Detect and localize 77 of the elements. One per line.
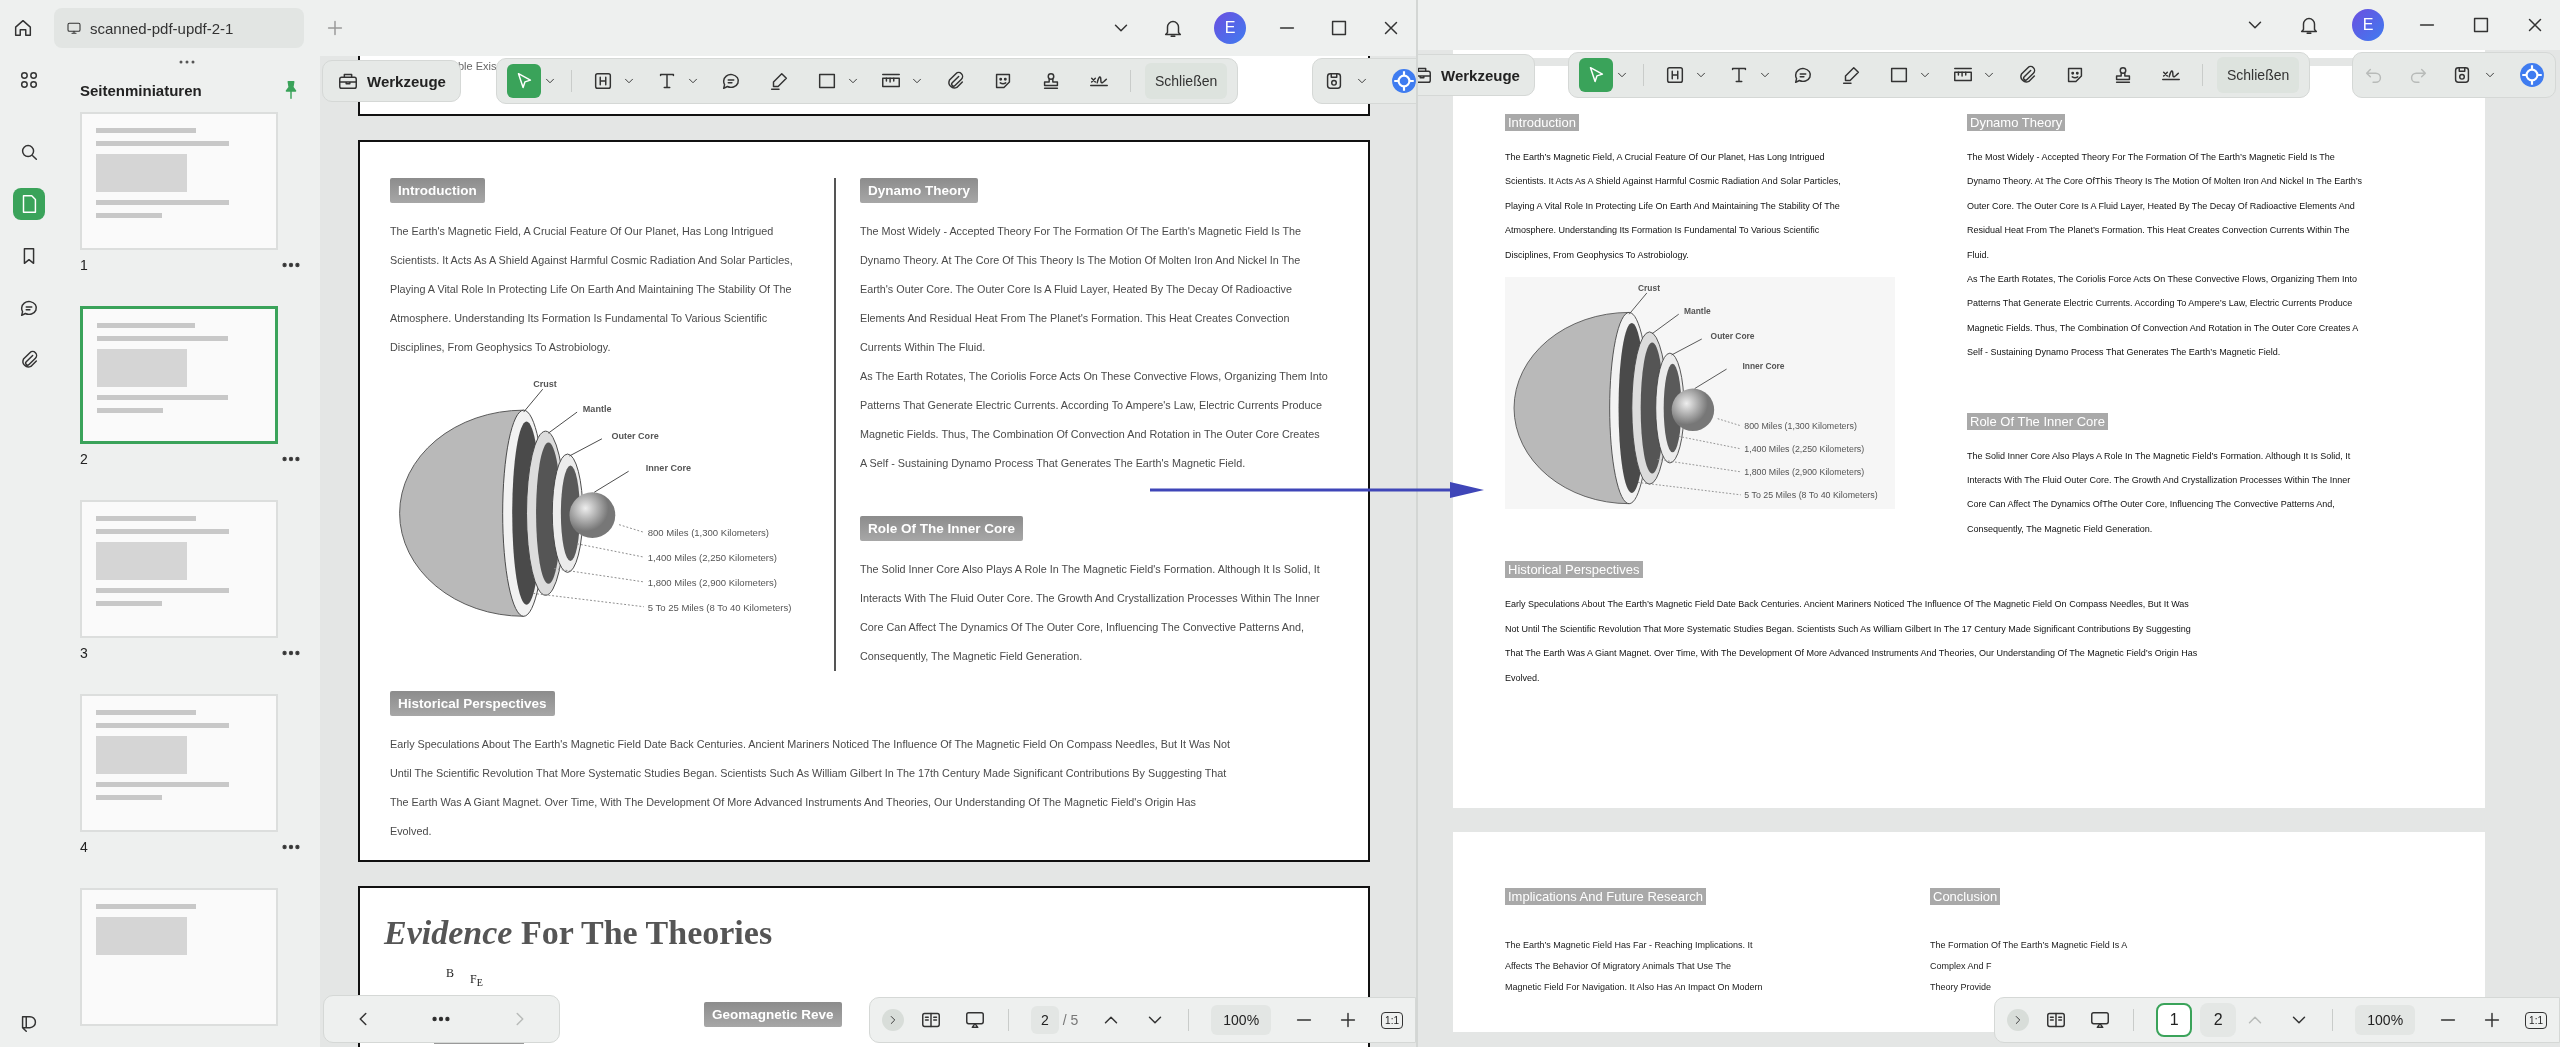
figure-label: F$_{E}$: [470, 972, 483, 989]
figure-label: B: [446, 966, 454, 981]
paragraph: The Solid Inner Core Also Plays A Role In The Magnetic Field’s Formation. Although It Is Solid, It Interacts With The Fluid Outer Core. The Growth And Crystallization Processes Within The Inner Core Can Affect The Dynamics OfThe Outer Core, Influencing The Convective Patterns And, Consequently, The Magnetic Field Generation.: [1967, 449, 2352, 536]
paragraph: The Earth's Magnetic Field, A Crucial Feature Of Our Planet, Has Long Intrigued Scientists. It Acts As A Shield Against Harmful Cosmic Radiation And Solar Particles, Playing A Vital Role In Protecting Life On Earth And Maintaining The Stability Of The Atmosphere. Understanding Its Formation Is Fundamental To Various Scientific Disciplines, From Geophysics To Astrobiology.: [390, 224, 794, 355]
paragraph: The Earth’s Magnetic Field, A Crucial Feature Of Our Planet, Has Long Intrigued Scientists. It Acts As A Shield Against Harmful Cosmic Radiation And Solar Particles, Playing A Vital Role In Protecting Life On Earth And Maintaining The Stability Of The Atmosphere. Understanding Its Formation Is Fundamental To Various Scientific Disciplines, From Geophysics To Astrobiology.: [1505, 151, 1842, 262]
close-tools-button[interactable]: Schließen: [1145, 63, 1228, 99]
section-heading: Geomagnetic Reve: [704, 1002, 842, 1027]
page-number: 3: [80, 645, 88, 661]
diagram-label: 1,800 Miles (2,900 Kilometers): [647, 576, 777, 588]
page-title: Evidence For The Theories: [384, 914, 773, 952]
paragraph: As The Earth Rotates, The Coriolis Force Acts On These Convective Flows, Organizing Them Into Patterns That Generate Electric Currents. According To Ampere’s Law, Electric Currents Produce Magnetic Fields. Thus, The Combination Of Convection And Rotation in The Outer Core Creates A Self - Sustaining Dynamo Process That Generates The Earth’s Magnetic Field.: [1967, 273, 2359, 360]
zoom-field[interactable]: 100%: [2355, 1005, 2416, 1035]
presentation-icon[interactable]: [2089, 1009, 2112, 1031]
page-text: ble Exis: [458, 60, 497, 72]
page-number: 2: [80, 451, 88, 467]
close-tools-button[interactable]: Schließen: [2217, 57, 2300, 93]
document-tab[interactable]: scanned-pdf-updf-2-1: [54, 8, 304, 48]
diagram-label: Mantle: [582, 404, 612, 415]
page-icon[interactable]: [12, 188, 45, 220]
section-heading: Introduction: [1505, 114, 1579, 131]
actual-size-button[interactable]: 1:1: [2525, 1011, 2547, 1029]
page-number: 1: [80, 257, 88, 273]
diagram-label: Crust: [533, 379, 557, 390]
presentation-icon[interactable]: [963, 1009, 986, 1031]
paragraph: The Most Widely - Accepted Theory For The Formation Of The Earth's Magnetic Field Is The Dynamo Theory. At The Core Of This Theory Is The Motion Of Molten Iron And Nickel In The Earth's Outer Core. The Outer Core Is A Fluid Layer, Heated By The Decay Of Radioactive Elements And Residual Heat From The Planet's Formation. This Heat Creates Convection Currents Within The Fluid.: [860, 224, 1303, 355]
paragraph: As The Earth Rotates, The Coriolis Force Acts On These Convective Flows, Organizing Them Into Patterns That Generate Electric Currents. According To Ampere's Law, Electric Currents Produce Magnetic Fields. Thus, The Combination Of Convection And Rotation in The Outer Core Creates A Self - Sustaining Dynamo Process That Generates The Earth's Magnetic Field.: [860, 369, 1328, 471]
section-heading: Introduction: [390, 178, 485, 203]
cursor-icon[interactable]: [1579, 58, 1613, 92]
diagram-label: Inner Core: [1742, 361, 1785, 372]
section-heading: Historical Perspectives: [1505, 561, 1643, 579]
diagram-label: 1,400 Miles (2,250 Kilometers): [1744, 444, 1865, 455]
paragraph: Early Speculations About The Earth's Magnetic Field Date Back Centuries. Ancient Mariners Noticed The Influence Of The Magnetic Field On Compass Needles, But It Was Not Until The Scientific Revolution That More Systematic Studies Began. Scientists Such As William Gilbert In The 17th Century Made Significant Contributions By Suggesting That The Earth Was A Giant Magnet. Over Time, With The Development Of More Advanced Instruments And Theories, Our Understanding Of The Magnetic Field's Origin Has Evolved.: [390, 737, 1232, 839]
paragraph: Early Speculations About The Earth’s Magnetic Field Date Back Centuries. Ancient Mariners Noticed The Influence Of The Magnetic Field On Compass Needles, But It Was Not Until The Scientific Revolution That More Systematic Studies Began. Scientists Such As William Gilbert In The 17 Century Made Significant Contributions By Suggesting That The Earth Was A Giant Magnet. Over Time, With The Development Of More Advanced Instruments And Theories, Our Understanding Of The Magnetic Field’s Origin Has Evolved.: [1505, 598, 2199, 685]
diagram-label: 800 Miles (1,300 Kilometers): [647, 527, 769, 539]
tools-button[interactable]: Werkzeuge: [1418, 54, 1535, 96]
diagram-label: 800 Miles (1,300 Kilometers): [1744, 421, 1857, 432]
page-number: 4: [80, 839, 88, 855]
text-line: Affects The Behavior Of Migratory Animals That Use The: [1505, 960, 1731, 973]
cursor-icon[interactable]: [507, 64, 541, 98]
text-line: The Formation Of The Earth’s Magnetic Field Is A: [1930, 939, 2128, 952]
section-heading: Dynamo Theory: [1967, 114, 2066, 131]
home-icon[interactable]: [12, 17, 34, 39]
paragraph: The Most Widely - Accepted Theory For The Formation Of The Earth’s Magnetic Field Is The Dynamo Theory. At The Core OfThis Theory Is The Motion Of Molten Iron And Nickel In The Earth’s Outer Core. The Outer Core Is A Fluid Layer, Heated By The Decay Of Radioactive Elements And Residual Heat From The Planet’s Formation. This Heat Creates Convection Currents Within The Fluid.: [1967, 151, 2362, 262]
diagram-label: Mantle: [1684, 306, 1711, 317]
avatar[interactable]: E: [1214, 12, 1246, 44]
page-total: / 5: [1062, 1012, 1079, 1028]
diagram-label: 5 To 25 Miles (8 To 40 Kilometers): [1744, 490, 1878, 501]
diagram-label: Crust: [1638, 283, 1660, 294]
section-heading: Implications And Future Research: [1505, 888, 1707, 905]
section-heading: Dynamo Theory: [860, 178, 979, 203]
section-heading: Role Of The Inner Core: [860, 516, 1024, 541]
section-heading: Role Of The Inner Core: [1967, 412, 2108, 430]
avatar[interactable]: E: [2352, 9, 2384, 41]
actual-size-button[interactable]: 1:1: [1381, 1011, 1403, 1029]
section-heading: Conclusion: [1930, 888, 2001, 905]
diagram-label: Outer Core: [1710, 331, 1755, 341]
text-line: Complex And F: [1930, 960, 1992, 973]
diagram-label: 5 To 25 Miles (8 To 40 Kilometers): [647, 601, 792, 613]
assistant-icon[interactable]: [1391, 68, 1416, 94]
diagram-label: Inner Core: [645, 463, 692, 474]
diagram-label: Outer Core: [611, 430, 659, 441]
section-heading: Historical Perspectives: [390, 691, 555, 716]
page-thumbnail[interactable]: [80, 306, 278, 444]
text-line: The Earth’s Magnetic Field Has Far - Reaching Implications. It: [1505, 939, 1753, 952]
panel-title: Seitenminiaturen: [80, 81, 202, 99]
page-input[interactable]: 2: [1030, 1006, 1059, 1034]
tab-title: scanned-pdf-updf-2-1: [90, 19, 234, 37]
text-line: Magnetic Field For Navigation. It Also Has An Impact On Modern: [1505, 981, 1763, 994]
assistant-icon[interactable]: [2519, 62, 2545, 88]
monitor-icon: [66, 20, 82, 36]
diagram-label: 1,400 Miles (2,250 Kilometers): [647, 551, 777, 563]
text-line: Theory Provide: [1930, 981, 1992, 994]
paragraph: The Solid Inner Core Also Plays A Role In The Magnetic Field's Formation. Although It Is Solid, It Interacts With The Fluid Outer Core. The Growth And Crystallization Processes Within The Inner Core Can Affect The Dynamics Of The Outer Core, Influencing The Convective Patterns And, Consequently, The Magnetic Field Generation.: [860, 562, 1321, 664]
diagram-label: 1,800 Miles (2,900 Kilometers): [1744, 467, 1865, 478]
zoom-field[interactable]: 100%: [1211, 1005, 1272, 1035]
page-button[interactable]: 1: [2156, 1003, 2193, 1037]
page-button[interactable]: 2: [2200, 1003, 2237, 1037]
